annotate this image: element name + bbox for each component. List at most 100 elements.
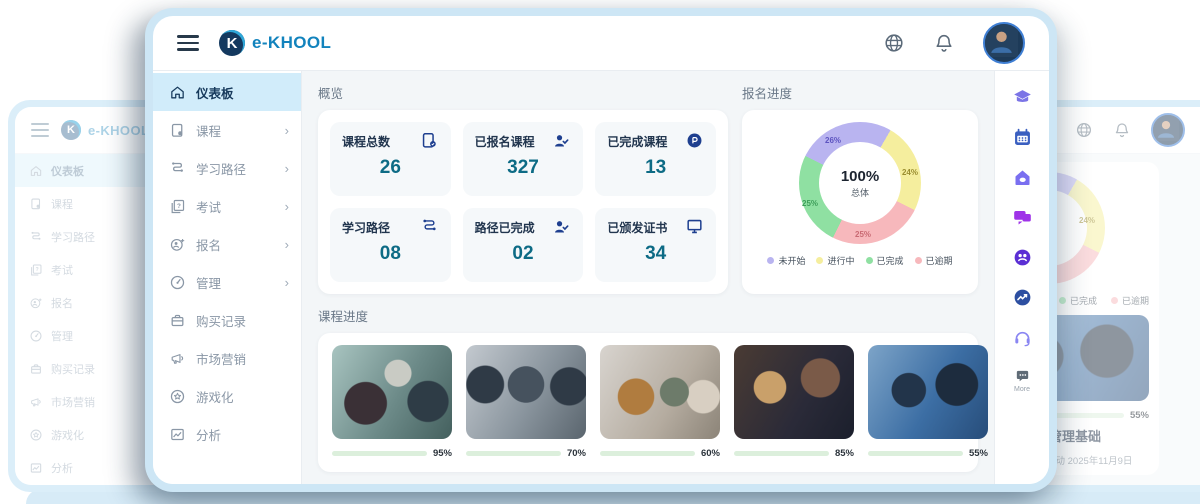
chart-legend: 未开始 进行中 已完成 已逾期: [767, 254, 952, 267]
sidebar-item-marketing[interactable]: 市场营销: [153, 339, 301, 377]
course-image: [600, 345, 720, 439]
sidebar-item-analytics[interactable]: 分析: [153, 415, 301, 453]
stat-value: 34: [607, 243, 704, 265]
slice-label: 24%: [1079, 216, 1095, 225]
overview-title: 概览: [318, 83, 728, 102]
course-card[interactable]: 95% 职场合规培训 最后活动 2025年11月5日: [332, 345, 452, 460]
stat-total-courses: 课程总数 26: [330, 122, 451, 196]
management-icon: [169, 274, 186, 291]
chat-icon: [1012, 207, 1033, 228]
course-image: [868, 345, 988, 439]
badge-check-icon: [685, 131, 704, 150]
course-progress: 70%: [466, 448, 586, 459]
stat-learning-paths: 学习路径 08: [330, 208, 451, 282]
course-progress: 60%: [600, 448, 720, 459]
slice-label: 25%: [855, 230, 871, 239]
enrollment-chart-card: 26% 24% 25% 25% 100% 总体: [742, 110, 978, 294]
stat-value: 02: [475, 243, 572, 265]
calendar-icon: [1012, 127, 1033, 148]
globe-icon[interactable]: [883, 32, 905, 54]
person-check-icon: [552, 217, 571, 236]
course-device-icon: [420, 131, 439, 150]
sidebar-item-management[interactable]: 管理›: [153, 263, 301, 301]
course-image: [332, 345, 452, 439]
trends-button[interactable]: [1012, 287, 1033, 308]
brand-logo-text: e-KHOOL: [88, 123, 149, 138]
courses-icon: [169, 122, 186, 139]
course-card[interactable]: 60% 高效沟通 最后活动 2025年11月10日: [600, 345, 720, 460]
exams-icon: [169, 198, 186, 215]
home-button[interactable]: [1012, 167, 1033, 188]
sidebar-item-courses[interactable]: 课程›: [153, 111, 301, 149]
slice-label: 25%: [802, 199, 818, 208]
sidebar-item-exams[interactable]: 考试›: [153, 187, 301, 225]
enrollment-progress-title: 报名进度: [742, 83, 978, 102]
avatar: [1151, 113, 1185, 147]
path-icon: [420, 217, 439, 236]
course-image: [466, 345, 586, 439]
course-progress: 95%: [332, 448, 452, 459]
carousel-stage: K e-KHOOL 仪表板 课程› 学习路径› 考试› 报名› 管理› 购买记录…: [0, 0, 1200, 504]
stat-completed-courses: 已完成课程 13: [595, 122, 716, 196]
bell-icon[interactable]: [933, 32, 955, 54]
overview-card: 课程总数 26 已报名课程 327 已完成课程 13: [318, 110, 728, 294]
course-card[interactable]: 55% 项目管理基础 最后活动 2025年11月9日: [868, 345, 988, 460]
globe-icon: [1075, 121, 1093, 139]
calendar-button[interactable]: [1012, 127, 1033, 148]
brand-logo-icon: K: [61, 120, 81, 140]
stat-enrolled-courses: 已报名课程 327: [463, 122, 584, 196]
avatar[interactable]: [983, 22, 1025, 64]
purchases-icon: [169, 312, 186, 329]
graduation-cap-icon: [1012, 87, 1033, 108]
stat-value: 26: [342, 157, 439, 179]
learning-path-icon: [169, 160, 186, 177]
stat-certificates-issued: 已颁发证书 34: [595, 208, 716, 282]
chevron-right-icon: ›: [285, 276, 289, 289]
app-header: K e-KHOOL: [153, 16, 1049, 71]
support-headset-icon: [1012, 327, 1033, 348]
enrollment-icon: [169, 236, 186, 253]
trends-icon: [1012, 287, 1033, 308]
more-chat-icon: [1014, 367, 1031, 384]
stat-value: 327: [475, 157, 572, 179]
donut-chart: 26% 24% 25% 25% 100% 总体: [799, 122, 921, 244]
chat-button[interactable]: [1012, 207, 1033, 228]
course-progress: 85%: [734, 448, 854, 459]
more-chat-button[interactable]: More: [1014, 367, 1031, 393]
course-card[interactable]: 70% Leadership Essentials 最后活动 2025年10月2…: [466, 345, 586, 460]
community-icon: [1012, 247, 1033, 268]
stat-value: 08: [342, 243, 439, 265]
menu-icon: [31, 123, 49, 138]
sidebar-item-purchases[interactable]: 购买记录: [153, 301, 301, 339]
monitor-icon: [685, 217, 704, 236]
support-button[interactable]: [1012, 327, 1033, 348]
slice-label: 24%: [902, 168, 918, 177]
main-content: 概览 课程总数 26 已报名课程 327: [302, 71, 994, 484]
chevron-right-icon: ›: [285, 200, 289, 213]
sidebar: 仪表板 课程› 学习路径› 考试› 报名› 管理› 购买记录 市场营销 游戏化 …: [153, 71, 302, 484]
person-check-icon: [552, 131, 571, 150]
stat-value: 13: [607, 157, 704, 179]
home-icon: [169, 84, 186, 101]
main-window: K e-KHOOL 仪表板 课程› 学习路径› 考试› 报名› 管理›: [145, 8, 1057, 492]
menu-icon[interactable]: [177, 35, 199, 51]
sidebar-item-dashboard[interactable]: 仪表板: [153, 73, 301, 111]
gamification-icon: [169, 388, 186, 405]
bell-icon: [1113, 121, 1131, 139]
sidebar-item-gamification[interactable]: 游戏化: [153, 377, 301, 415]
course-card[interactable]: 85% 数据驱动决策 最后活动 2025年11月9日: [734, 345, 854, 460]
course-progress-card: 95% 职场合规培训 最后活动 2025年11月5日 70% Leadershi…: [318, 333, 978, 472]
chevron-right-icon: ›: [285, 238, 289, 251]
donut-center-value: 100%: [841, 168, 879, 185]
stat-paths-completed: 路径已完成 02: [463, 208, 584, 282]
community-button[interactable]: [1012, 247, 1033, 268]
slice-label: 26%: [825, 136, 841, 145]
sidebar-item-enrollment[interactable]: 报名›: [153, 225, 301, 263]
course-progress-title: 课程进度: [318, 306, 978, 325]
sidebar-item-learning-paths[interactable]: 学习路径›: [153, 149, 301, 187]
donut-center-label: 总体: [851, 186, 869, 199]
graduation-cap-button[interactable]: [1012, 87, 1033, 108]
brand-logo[interactable]: K e-KHOOL: [219, 30, 331, 56]
brand-logo: K e-KHOOL: [61, 120, 149, 140]
home-cloud-icon: [1012, 167, 1033, 188]
